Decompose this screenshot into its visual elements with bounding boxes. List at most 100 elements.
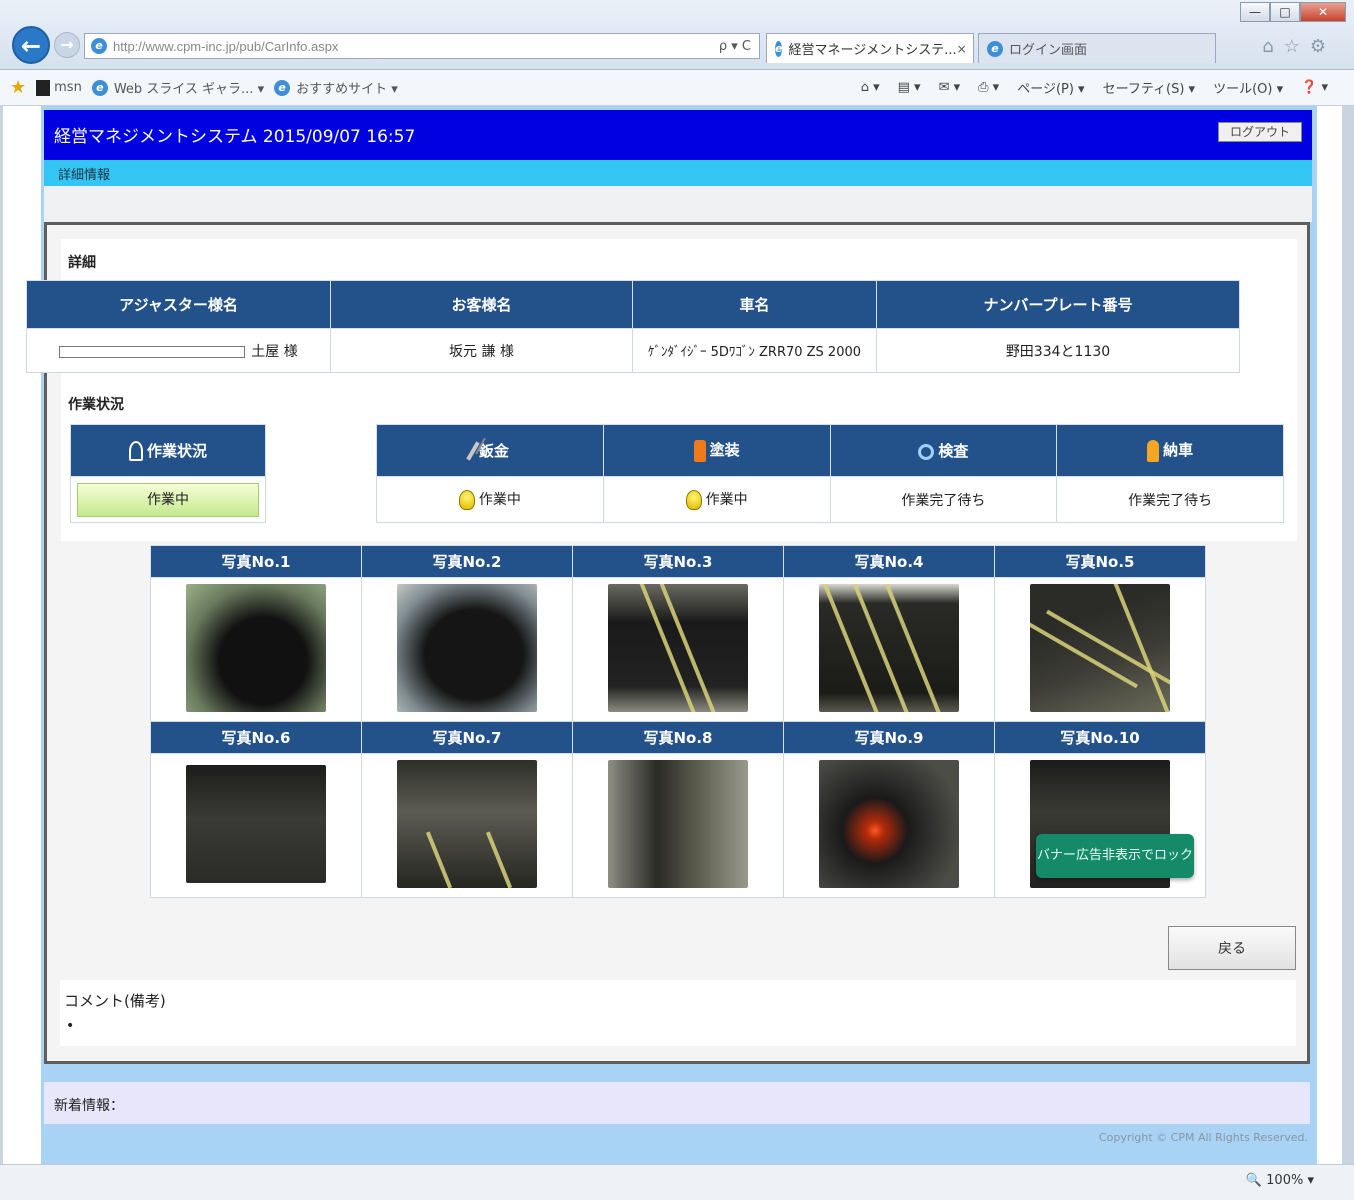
comment-box: コメント(備考) • [60, 980, 1296, 1046]
car-photo-1[interactable] [186, 583, 326, 712]
process-header-label: 鈑金 [478, 441, 509, 460]
tab-label: 経営マネージメントシステ... [788, 43, 957, 58]
status-table: 作業状況 作業中 [70, 424, 266, 523]
favorites-star-icon[interactable]: ★ [10, 77, 26, 98]
tab-login[interactable]: e ログイン画面 [978, 33, 1216, 63]
car-photo-9[interactable] [819, 759, 959, 888]
window-controls: — □ ✕ [1240, 2, 1346, 22]
customer-value: 坂元 謙 様 [330, 328, 633, 373]
ie-icon: e [91, 79, 108, 96]
browser-statusbar: 🔍 100% ▾ [0, 1164, 1354, 1200]
process-value-label: 作業中 [705, 492, 748, 508]
forward-button[interactable]: → [54, 32, 80, 58]
process-value-bankin: 作業中 [376, 476, 604, 523]
magnifier-icon [918, 443, 935, 460]
copyright-text: Copyright © CPM All Rights Reserved. [1098, 1131, 1308, 1144]
subnav-label: 詳細情報 [58, 168, 111, 183]
photo-cell [994, 577, 1206, 722]
favorite-msn[interactable]: msn [36, 79, 82, 96]
help-icon[interactable]: ❓ ▾ [1301, 80, 1328, 95]
process-value-row: 作業中 作業中 作業完了待ち 作業完了待ち [376, 476, 1284, 523]
subnav-spacer [44, 186, 1312, 222]
photo-cell [150, 753, 362, 898]
process-value-nousha: 作業完了待ち [1056, 476, 1284, 523]
process-header-bankin: 鈑金 [376, 424, 604, 477]
car-photo-5[interactable] [1030, 583, 1170, 712]
photo-header: 写真No.3 [572, 545, 784, 578]
photo-cell [361, 577, 573, 722]
search-refresh-icons[interactable]: ρ ▾ C [719, 39, 759, 54]
zoom-magnifier-icon: 🔍 [1245, 1173, 1263, 1188]
car-photo-2[interactable] [397, 583, 537, 712]
minimize-button[interactable]: — [1240, 2, 1270, 22]
status-header: 作業状況 [70, 424, 266, 477]
address-bar[interactable]: e http://www.cpm-inc.jp/pub/CarInfo.aspx… [84, 33, 760, 59]
lightbulb-icon [458, 490, 475, 510]
favorite-label: おすすめサイト ▾ [296, 82, 398, 97]
banner-lock-button[interactable]: バナー広告非表示でロック [1036, 834, 1194, 878]
photo-cell [783, 753, 995, 898]
customer-header: お客様名 [330, 280, 633, 329]
favorite-label: msn [54, 80, 82, 95]
process-value-kensa: 作業完了待ち [829, 476, 1058, 523]
process-header-nousha: 納車 [1056, 424, 1284, 477]
plate-header: ナンバープレート番号 [876, 280, 1240, 329]
news-bar: 新着情報： [44, 1082, 1310, 1124]
process-header-label: 納車 [1163, 441, 1194, 460]
page-menu[interactable]: ページ(P) ▾ [1017, 78, 1084, 97]
hammer-icon [466, 441, 480, 461]
photo-header: 写真No.1 [150, 545, 362, 578]
status-badge: 作業中 [77, 482, 259, 517]
photo-header: 写真No.8 [572, 721, 784, 754]
print-icon[interactable]: ⎙ ▾ [978, 80, 999, 95]
zoom-control[interactable]: 🔍 100% ▾ [1246, 1173, 1314, 1188]
masking-tape [821, 583, 881, 712]
msn-icon [36, 79, 51, 96]
home-icon[interactable]: ⌂ ▾ [861, 80, 880, 95]
car-photo-4[interactable] [819, 583, 959, 712]
close-tab-icon[interactable]: × [957, 42, 967, 56]
app-title: 経営マネジメントシステム 2015/09/07 16:57 [54, 127, 416, 147]
work-status-section-label: 作業状況 [68, 397, 124, 413]
photo-header: 写真No.6 [150, 721, 362, 754]
maximize-button[interactable]: □ [1270, 2, 1300, 22]
photo-header: 写真No.7 [361, 721, 573, 754]
plate-value: 野田334と1130 [876, 328, 1240, 373]
detail-table: アジャスター様名 お客様名 車名 ナンバープレート番号 土屋 様 坂元 謙 様 … [26, 280, 1240, 373]
tools-menu[interactable]: ツール(O) ▾ [1213, 78, 1283, 97]
zoom-level: 100% [1266, 1173, 1304, 1188]
favorite-recommended[interactable]: e おすすめサイト ▾ [274, 78, 398, 97]
process-value-tosou: 作業中 [602, 476, 831, 523]
back-button[interactable]: ← [12, 26, 50, 64]
car-photo-8[interactable] [608, 759, 748, 888]
photo-row [150, 577, 1206, 722]
process-header-tosou: 塗装 [602, 424, 831, 477]
spray-can-icon [693, 439, 706, 462]
photo-header-row: 写真No.6 写真No.7 写真No.8 写真No.9 写真No.10 [150, 721, 1206, 754]
status-header-label: 作業状況 [146, 441, 207, 460]
url-text[interactable]: http://www.cpm-inc.jp/pub/CarInfo.aspx [113, 39, 719, 54]
car-photo-7[interactable] [397, 759, 537, 888]
mail-icon[interactable]: ✉ ▾ [939, 80, 961, 95]
car-photo-6[interactable] [186, 764, 326, 883]
favorite-web-slice[interactable]: e Web スライス ギャラ... ▾ [91, 78, 264, 97]
process-header-row: 鈑金 塗装 検査 納車 [376, 424, 1284, 477]
close-window-button[interactable]: ✕ [1300, 2, 1346, 22]
masking-tape [485, 830, 513, 888]
safety-menu[interactable]: セーフティ(S) ▾ [1103, 78, 1196, 97]
comment-label: コメント(備考) [64, 992, 166, 1010]
logout-button[interactable]: ログアウト [1218, 122, 1302, 142]
status-cell: 作業中 [70, 476, 266, 523]
back-button-page[interactable]: 戻る [1168, 926, 1296, 970]
car-name-value: ｹﾞﾝﾀﾞｲｼﾞｰ 5Dﾜｺﾞﾝ ZRR70 ZS 2000 [632, 328, 877, 373]
car-photo-3[interactable] [608, 583, 748, 712]
details-section-label: 詳細 [68, 255, 96, 271]
photo-header: 写真No.10 [994, 721, 1206, 754]
home-star-gear-icons[interactable]: ⌂☆⚙ [1262, 36, 1336, 57]
redacted-name-box [59, 345, 246, 358]
car-name-header: 車名 [632, 280, 877, 329]
process-header-label: 検査 [938, 442, 969, 460]
adjuster-name: 土屋 様 [251, 343, 298, 360]
tab-management-system[interactable]: e 経営マネージメントシステ... × [766, 33, 974, 63]
feeds-icon[interactable]: ▤ ▾ [898, 80, 921, 95]
